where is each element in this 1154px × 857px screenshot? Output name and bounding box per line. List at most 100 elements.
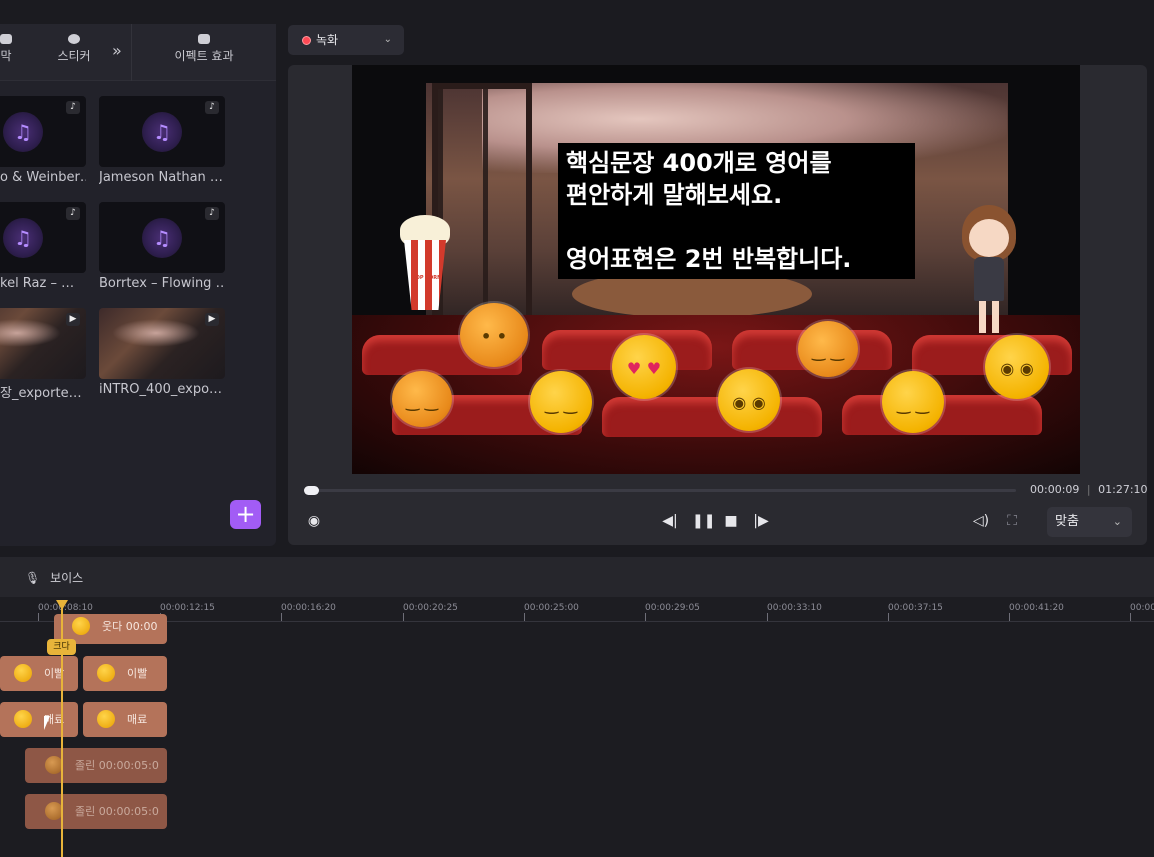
character-legs [979,301,999,333]
tab-sticker-label: 스티커 [57,49,91,63]
media-thumb-video-1[interactable]: ▶ [0,308,86,379]
ruler-tick [645,613,646,621]
fullscreen-icon[interactable]: ⛶ [1003,513,1021,529]
media-thumb-audio-4[interactable]: ♫ ♪ [99,202,225,273]
media-thumb-video-2[interactable]: ▶ [99,308,225,379]
media-label: iNTRO_400_expo… [99,382,223,397]
media-thumb-audio-1[interactable]: ♫ ♪ [0,96,86,167]
pause-icon[interactable]: ❚❚ [692,513,715,529]
timeline-clip-teeth[interactable]: 이빨 [0,656,78,691]
timeline-clip-teeth[interactable]: 이빨 [83,656,167,691]
timeline-clip-charm[interactable]: 매료 [0,702,78,737]
add-media-button[interactable]: + [230,500,261,529]
media-label: Jameson Nathan … [99,170,223,185]
tab-effects[interactable]: 이펙트 효과 [168,34,240,64]
next-frame-icon[interactable]: |▶ [752,513,770,529]
effects-icon [198,34,210,44]
ruler-label: 00:00:37:15 [888,603,943,613]
timeline-clip-charm[interactable]: 매료 [83,702,167,737]
total-time: 01:27:10 [1098,483,1148,496]
audio-badge-icon: ♪ [66,207,80,220]
character-head [969,219,1009,257]
audio-badge-icon: ♪ [205,207,219,220]
tab-sticker[interactable]: 스티커 [52,34,96,64]
ruler-label: 00:00:29:05 [645,603,700,613]
fit-zoom-dropdown[interactable]: 맞춤 ⌄ [1047,507,1132,537]
previous-frame-icon[interactable]: ◀| [661,513,679,529]
smile-emoji-sticker: • • [460,303,528,367]
ruler-tick [767,613,768,621]
microphone-icon: 🎙 [25,571,41,585]
tab-caption[interactable]: 막 [0,34,12,64]
ruler-label: 00:00:08:10 [38,603,93,613]
sleepy-emoji-sticker: ‿ ‿ [798,321,858,377]
calm-emoji-sticker: ‿ ‿ [882,371,944,433]
timeline-clip-sleepy[interactable]: 졸린 00:00:05:0 [25,748,167,783]
tab-caption-label: 막 [0,49,12,63]
clip-label: 매료 [127,713,148,726]
record-label: 녹화 [316,33,339,47]
teacher-character [960,205,1018,333]
preview-player: 핵심문장 400개로 영어를 편안하게 말해보세요. 영어표현은 2번 반복합니… [288,65,1148,545]
tab-divider [131,24,132,81]
video-badge-icon: ▶ [205,313,219,326]
record-dropdown[interactable]: 녹화 ⌄ [288,25,404,55]
fit-label: 맞춤 [1055,514,1079,529]
media-thumb-audio-2[interactable]: ♫ ♪ [99,96,225,167]
ruler-label: 00:00:33:10 [767,603,822,613]
popcorn-sticker: POP CORN [400,215,450,310]
popcorn-text: POP CORN [412,275,442,281]
media-label: Borrtex – Flowing … [99,276,225,291]
ruler-tick [888,613,889,621]
video-caption: 핵심문장 400개로 영어를 편안하게 말해보세요. 영어표현은 2번 반복합니… [558,143,915,279]
screenshot-camera-icon[interactable]: ◉ [305,513,323,529]
ruler-tick [38,613,39,621]
video-badge-icon: ▶ [66,313,80,326]
ruler-label: 00:00:25:00 [524,603,579,613]
clip-label: 이빨 [127,667,148,680]
audio-badge-icon: ♪ [205,101,219,114]
video-canvas[interactable]: 핵심문장 400개로 영어를 편안하게 말해보세요. 영어표현은 2번 반복합니… [352,65,1080,474]
laugh-emoji-icon [72,617,90,635]
ruler-tick [281,613,282,621]
voice-track-button[interactable]: 🎙 보이스 [25,569,83,586]
grin-emoji-icon [14,664,32,682]
current-time: 00:00:09 [1030,483,1080,496]
time-readout: 00:00:09 | 01:27:10 [1030,483,1148,496]
ruler-label: 00:00:16:20 [281,603,336,613]
sleepy-emoji-sticker: ‿ ‿ [392,371,452,427]
ruler-tick [1130,613,1131,621]
stop-icon[interactable]: ■ [722,513,740,529]
music-note-icon: ♫ [142,111,182,152]
ruler-label: 00:00:41:20 [1009,603,1064,613]
music-note-icon: ♫ [3,111,43,152]
asset-panel: 막 스티커 » 이펙트 효과 ♫ ♪ o & Weinber… ♫ ♪ Jame… [0,24,276,546]
chevron-down-icon: ⌄ [383,34,392,45]
music-note-icon: ♫ [142,217,182,258]
chevron-down-icon: ⌄ [1112,515,1122,528]
media-label: 장_exporte… [0,386,82,401]
tab-effects-label: 이펙트 효과 [174,49,234,63]
clip-label: 웃다 00:00 [102,620,158,633]
media-thumb-audio-3[interactable]: ♫ ♪ [0,202,86,273]
audio-badge-icon: ♪ [66,101,80,114]
playback-progress-bar[interactable] [304,486,1016,495]
ruler-label: 00:00:20:25 [403,603,458,613]
menu-strip [0,0,1154,8]
smile-emoji-icon [97,710,115,728]
volume-icon[interactable]: ◁) [972,513,990,529]
timeline-clip-sleepy[interactable]: 졸린 00:00:05:0 [25,794,167,829]
timeline-ruler[interactable]: 00:00:08:10 00:00:12:15 00:00:16:20 00:0… [0,597,1154,622]
progress-knob[interactable] [304,486,319,495]
ruler-tick [524,613,525,621]
grin-emoji-sticker: ◉ ◉ [718,369,780,431]
seat [602,397,822,437]
ruler-label: 00:00 [1130,603,1154,613]
voice-label: 보이스 [50,571,84,585]
sticker-icon [68,34,80,44]
clip-label: 졸린 00:00:05:0 [75,805,159,818]
double-chevron-right-icon[interactable]: » [112,41,122,60]
calm-emoji-sticker: ‿ ‿ [530,371,592,433]
record-icon [302,36,311,45]
asset-tabs: 막 스티커 » 이펙트 효과 [0,24,276,81]
